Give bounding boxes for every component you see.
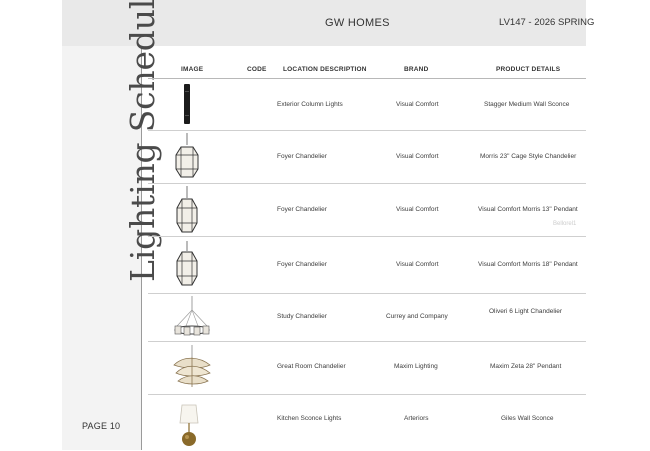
brand-cell: Visual Comfort [396, 261, 439, 268]
col-product: PRODUCT DETAILS [496, 66, 561, 73]
page-number: PAGE 10 [82, 421, 121, 431]
table-header: IMAGE CODE LOCATION DESCRIPTION BRAND PR… [148, 60, 586, 79]
brand-cell: Visual Comfort [396, 101, 439, 108]
table-row: Exterior Column Lights Visual Comfort St… [148, 79, 586, 131]
product-cell: Maxim Zeta 28" Pendant [490, 363, 562, 370]
table-row: Foyer Chandelier Visual Comfort Morris 2… [148, 131, 586, 184]
brand-title: GW HOMES [325, 17, 390, 29]
zeta-pendant-icon [173, 345, 211, 387]
product-cell: Giles Wall Sconce [501, 415, 554, 422]
location-cell: Study Chandelier [277, 313, 327, 320]
ring-chandelier-icon [174, 296, 210, 336]
watermark-text: Bellorel1 [553, 221, 577, 227]
col-location: LOCATION DESCRIPTION [283, 66, 367, 73]
lantern-pendant-icon [176, 241, 198, 286]
location-cell: Kitchen Sconce Lights [277, 415, 342, 422]
project-code: LV147 - 2026 SPRING [499, 17, 595, 28]
product-cell: Oliveri 6 Light Chandelier [489, 308, 562, 315]
table-row: Great Room Chandelier Maxim Lighting Max… [148, 342, 586, 395]
col-code: CODE [247, 66, 267, 73]
location-cell: Foyer Chandelier [277, 206, 327, 213]
lantern-pendant-icon [176, 186, 198, 233]
column-sconce-icon [184, 84, 190, 124]
wall-sconce-icon [179, 404, 199, 446]
brand-cell: Currey and Company [386, 313, 448, 320]
brand-cell: Maxim Lighting [394, 363, 438, 370]
brand-cell: Visual Comfort [396, 153, 439, 160]
location-cell: Great Room Chandelier [277, 363, 346, 370]
location-cell: Exterior Column Lights [277, 101, 343, 108]
col-image: IMAGE [181, 66, 204, 73]
table-row: Study Chandelier Currey and Company Oliv… [148, 294, 586, 342]
cage-chandelier-icon [175, 133, 199, 178]
table-row: Foyer Chandelier Visual Comfort Visual C… [148, 184, 586, 237]
product-cell: Visual Comfort Morris 13" Pendant [478, 206, 578, 213]
table-row: Foyer Chandelier Visual Comfort Visual C… [148, 237, 586, 294]
product-cell: Visual Comfort Morris 18" Pendant [478, 261, 578, 268]
brand-cell: Visual Comfort [396, 206, 439, 213]
table-row: Kitchen Sconce Lights Arteriors Giles Wa… [148, 395, 586, 451]
location-cell: Foyer Chandelier [277, 261, 327, 268]
col-brand: BRAND [404, 66, 429, 73]
brand-cell: Arteriors [404, 415, 429, 422]
product-cell: Morris 23" Cage Style Chandelier [480, 153, 577, 160]
lighting-table: IMAGE CODE LOCATION DESCRIPTION BRAND PR… [148, 60, 586, 451]
product-cell: Stagger Medium Wall Sconce [484, 101, 570, 108]
location-cell: Foyer Chandelier [277, 153, 327, 160]
